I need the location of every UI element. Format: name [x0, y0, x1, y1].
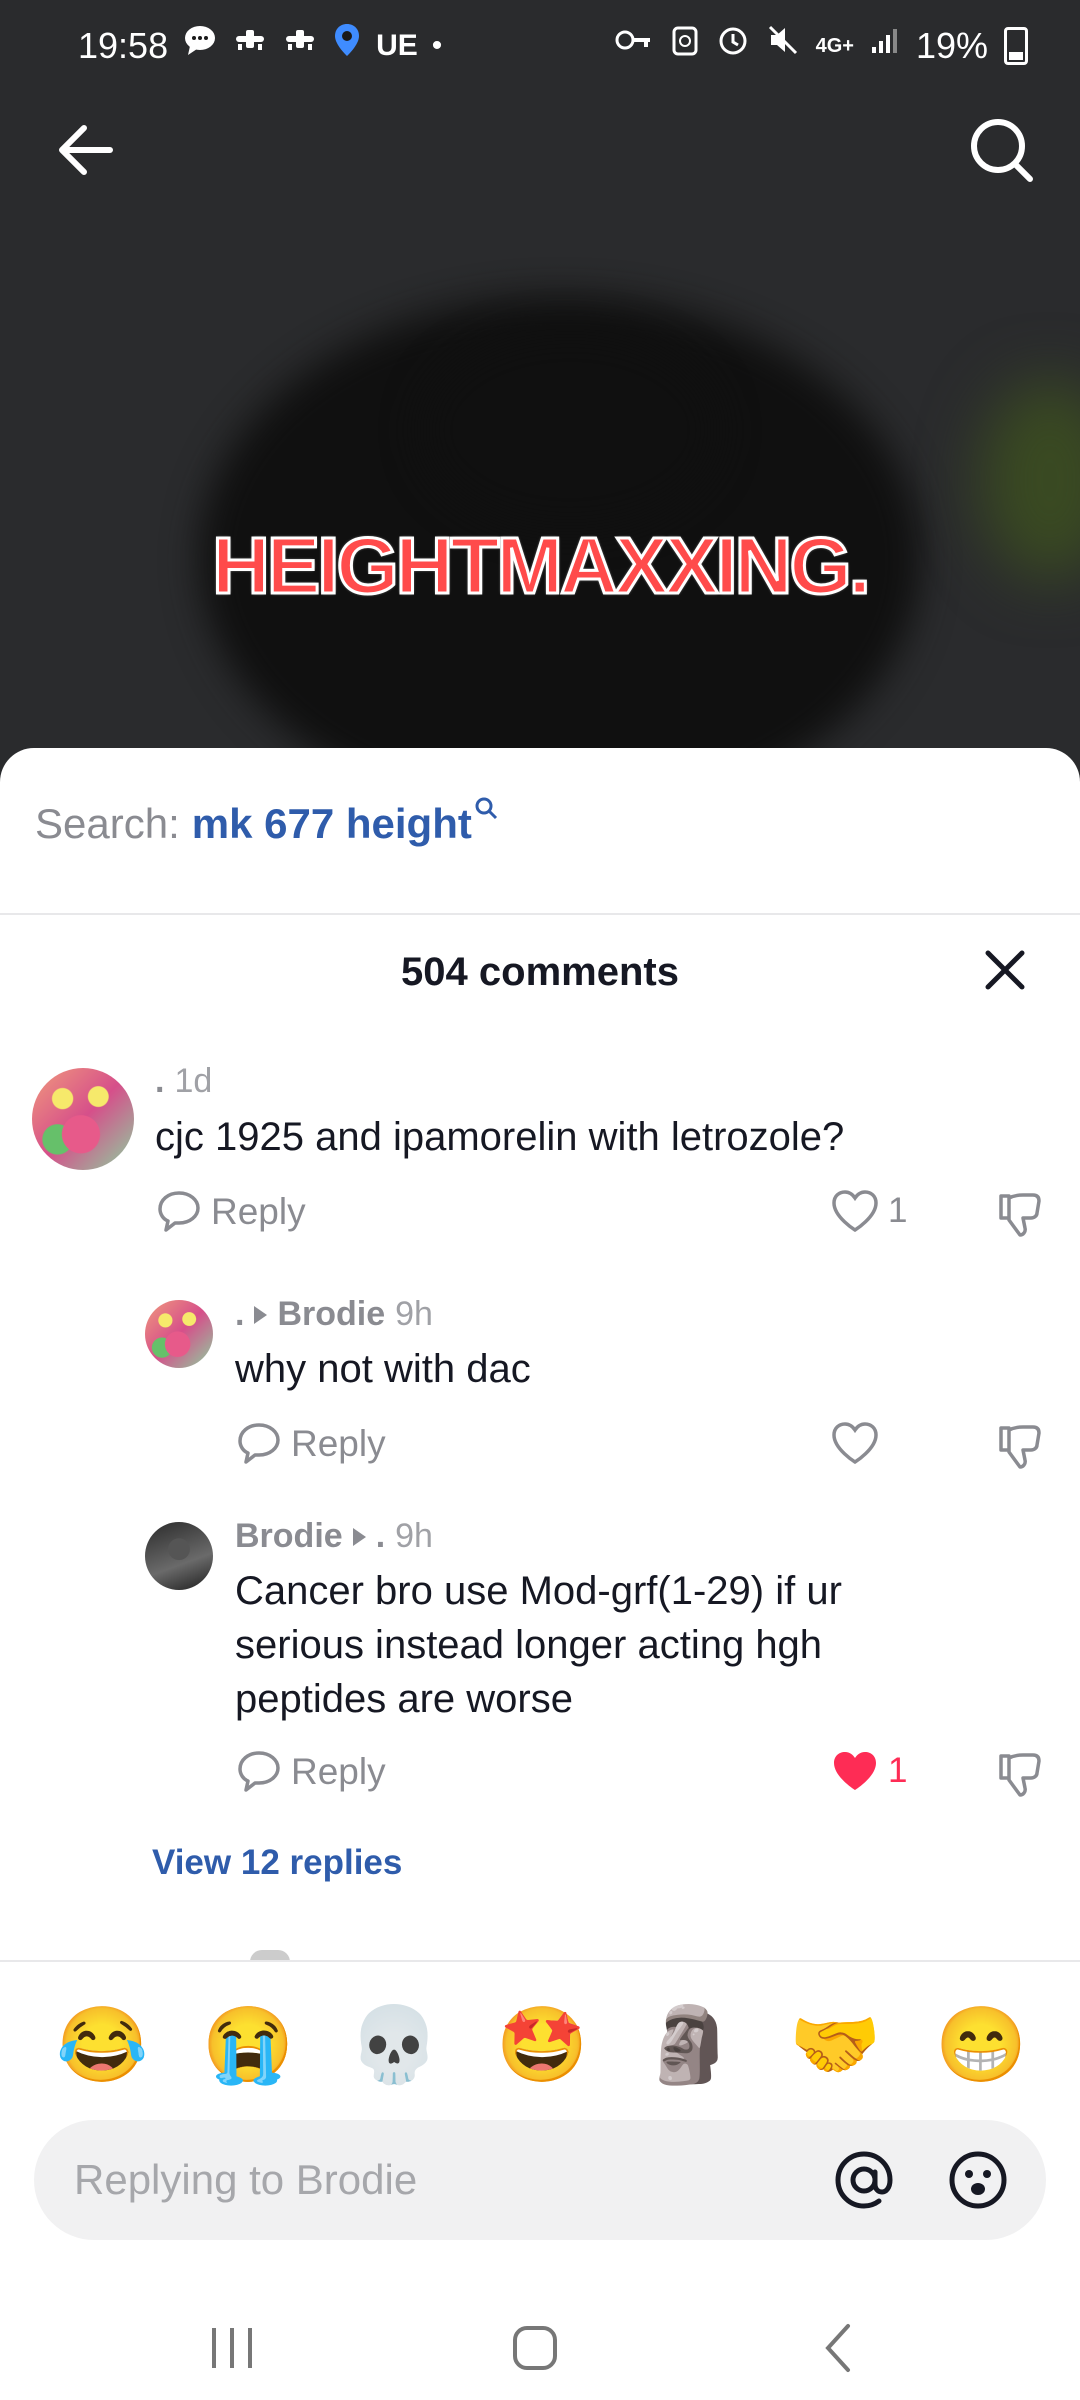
thumbs-down-icon	[999, 1753, 1041, 1797]
network-type: 4G+	[815, 34, 854, 57]
battery-icon	[1004, 26, 1028, 65]
smiley-icon	[949, 2151, 1007, 2209]
chat-bubble-icon	[182, 22, 218, 69]
thumbs-down-icon	[999, 1193, 1041, 1237]
close-comments-button[interactable]	[980, 945, 1030, 995]
status-bar: 19:58 UE • 4G+ 19%	[0, 0, 1080, 90]
emoji-button[interactable]: 😁	[935, 2000, 1027, 2090]
search-icon	[971, 119, 1033, 182]
emoji-picker-button[interactable]	[946, 2148, 1010, 2212]
reply-bubble-icon	[238, 1423, 280, 1464]
back-arrow-icon	[59, 125, 113, 175]
drone-icon	[232, 22, 268, 69]
reply-bubble-icon	[158, 1191, 200, 1232]
comment-input-placeholder: Replying to Brodie	[74, 2156, 418, 2203]
emoji-button[interactable]: 🤝	[789, 2000, 881, 2090]
search-term[interactable]: mk 677 height	[192, 800, 472, 848]
search-button[interactable]	[960, 110, 1040, 190]
back-button[interactable]	[46, 110, 126, 190]
search-suggestion[interactable]: Search: mk 677 height	[35, 797, 498, 848]
drone-icon-2	[282, 22, 318, 69]
location-pin-icon	[332, 22, 362, 69]
emoji-button[interactable]: 😂	[56, 2000, 148, 2090]
emoji-button[interactable]: 💀	[348, 2000, 440, 2090]
reply-bubble-icon	[238, 1751, 280, 1792]
search-prefix: Search:	[35, 800, 180, 847]
like-count: 1	[888, 1751, 908, 1790]
emoji-button[interactable]: 😭	[202, 2000, 294, 2090]
chevron-left-icon	[825, 2324, 850, 2372]
key-icon	[614, 25, 654, 66]
like-button[interactable]: 1	[830, 1188, 907, 1234]
comment-text: why not with dac	[235, 1347, 531, 1391]
heart-outline-icon	[832, 1190, 878, 1233]
comment-time: 1d	[174, 1062, 213, 1100]
at-icon	[835, 2151, 893, 2209]
emoji-button[interactable]: 🗿	[643, 2000, 735, 2090]
dislike-button[interactable]	[995, 1750, 1043, 1805]
video-background[interactable]	[0, 0, 1080, 780]
reply-to-name[interactable]: .	[376, 1517, 385, 1556]
comment-author[interactable]: .	[155, 1062, 164, 1101]
mute-icon	[766, 23, 800, 68]
emoji-quick-bar: 😂 😭 💀 🤩 🗿 🤝 😁	[0, 2000, 1080, 2090]
comment-meta: Brodie . 9h	[235, 1517, 433, 1556]
reply-label: Reply	[291, 1423, 386, 1464]
alarm-icon	[716, 23, 750, 68]
comment-text: Cancer bro use Mod-grf(1-29) if ur serio…	[235, 1569, 842, 1721]
system-nav-bar	[0, 2290, 1080, 2400]
reply-button[interactable]: Reply	[235, 1420, 386, 1468]
home-icon	[513, 2326, 557, 2370]
mention-button[interactable]	[832, 2148, 896, 2212]
thumbs-down-icon	[999, 1425, 1041, 1469]
comment-author[interactable]: Brodie	[235, 1517, 343, 1556]
close-icon	[985, 950, 1025, 990]
recent-apps-button[interactable]	[200, 2318, 264, 2383]
signal-icon	[870, 25, 900, 66]
comment-input[interactable]: Replying to Brodie	[34, 2120, 1046, 2240]
emoji-button[interactable]: 🤩	[496, 2000, 588, 2090]
recycle-icon	[670, 22, 700, 69]
system-back-button[interactable]	[810, 2318, 870, 2383]
battery-percent: 19%	[915, 24, 988, 66]
comment-author[interactable]: .	[235, 1295, 244, 1334]
reply-button[interactable]: Reply	[235, 1748, 386, 1796]
dislike-button[interactable]	[995, 1422, 1043, 1477]
avatar[interactable]	[145, 1300, 213, 1368]
comment-time: 9h	[395, 1517, 433, 1555]
heart-filled-icon	[834, 1752, 876, 1790]
reply-label: Reply	[211, 1191, 306, 1232]
like-button[interactable]	[830, 1420, 888, 1466]
reply-label: Reply	[291, 1751, 386, 1792]
reply-button[interactable]: Reply	[155, 1188, 306, 1236]
comment-meta: . Brodie 9h	[235, 1295, 433, 1334]
view-replies-button[interactable]: View 12 replies	[152, 1843, 402, 1883]
heart-outline-icon	[832, 1422, 878, 1465]
dislike-button[interactable]	[995, 1190, 1043, 1245]
status-time: 19:58	[78, 24, 169, 66]
reply-to-name[interactable]: Brodie	[277, 1295, 385, 1334]
avatar[interactable]	[32, 1068, 134, 1170]
dot-indicator: •	[431, 28, 443, 62]
comment-text: cjc 1925 and ipamorelin with letrozole?	[155, 1115, 845, 1159]
like-button[interactable]: 1	[830, 1748, 907, 1794]
divider	[0, 913, 1080, 915]
reply-arrow-icon	[352, 1527, 366, 1546]
carrier-label: UE	[376, 28, 418, 62]
home-button[interactable]	[505, 2318, 565, 2383]
reply-arrow-icon	[254, 1305, 268, 1324]
comments-count-title: 504 comments	[401, 950, 679, 994]
search-small-icon	[474, 796, 498, 827]
comment-time: 9h	[395, 1295, 433, 1333]
recent-apps-icon	[212, 2328, 252, 2368]
like-count: 1	[888, 1191, 908, 1230]
comment-meta: . 1d	[155, 1062, 212, 1101]
video-title-overlay: HEIGHTMAXXING.	[211, 520, 873, 612]
divider	[0, 1960, 1080, 1962]
avatar[interactable]	[145, 1522, 213, 1590]
